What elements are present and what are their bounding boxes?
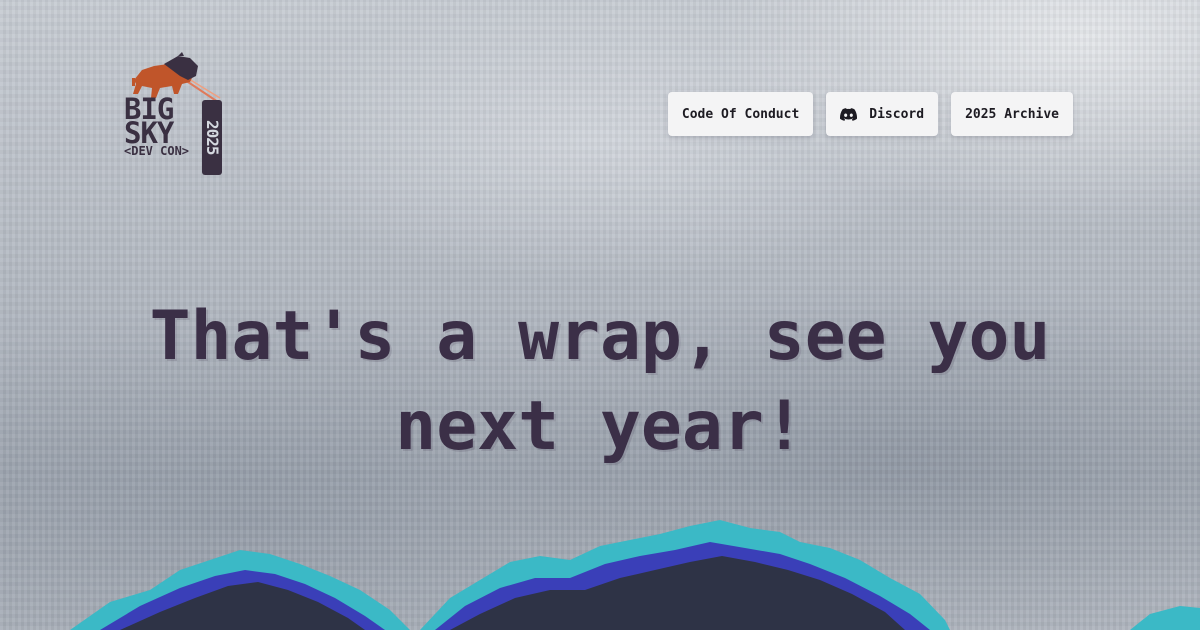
archive-label: 2025 Archive [965, 106, 1059, 122]
logo-sky: SKY [124, 116, 174, 150]
discord-icon [840, 107, 858, 121]
big-sky-devcon-logo[interactable]: BIG SKY <DEV CON> 2025 [120, 50, 230, 180]
top-nav: Code Of Conduct Discord 2025 Archive [667, 92, 1073, 136]
logo-year: 2025 [202, 100, 222, 175]
discord-button[interactable]: Discord [826, 92, 939, 136]
logo-wordmark: BIG SKY <DEV CON> [124, 95, 190, 158]
code-of-conduct-label: Code Of Conduct [681, 106, 800, 122]
hero-headline: That's a wrap, see you next year! [149, 297, 1051, 466]
discord-label: Discord [869, 106, 925, 122]
code-of-conduct-button[interactable]: Code Of Conduct [667, 92, 814, 136]
archive-button[interactable]: 2025 Archive [951, 92, 1073, 136]
logo-tagline: <DEV CON> [124, 144, 190, 158]
mountains-illustration [70, 520, 1200, 630]
